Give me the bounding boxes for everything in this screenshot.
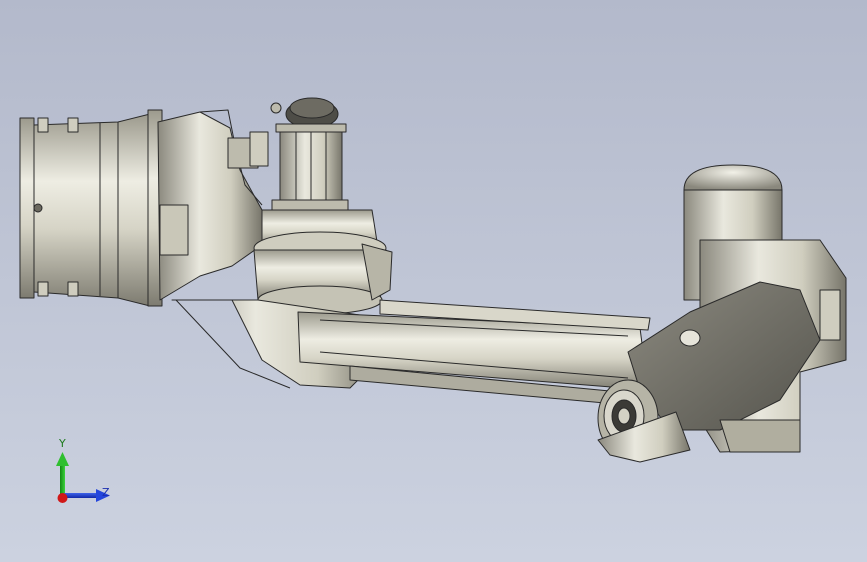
y-axis-arrow [56, 452, 69, 498]
y-axis-label: Y [59, 437, 66, 450]
x-axis-origin [57, 493, 68, 503]
coordinate-triad: Y Z [48, 438, 118, 510]
base-drum [19, 109, 163, 307]
3d-viewport[interactable]: Y Z [0, 0, 867, 562]
z-axis-label: Z [102, 486, 110, 499]
cad-model-canvas[interactable] [0, 0, 867, 562]
